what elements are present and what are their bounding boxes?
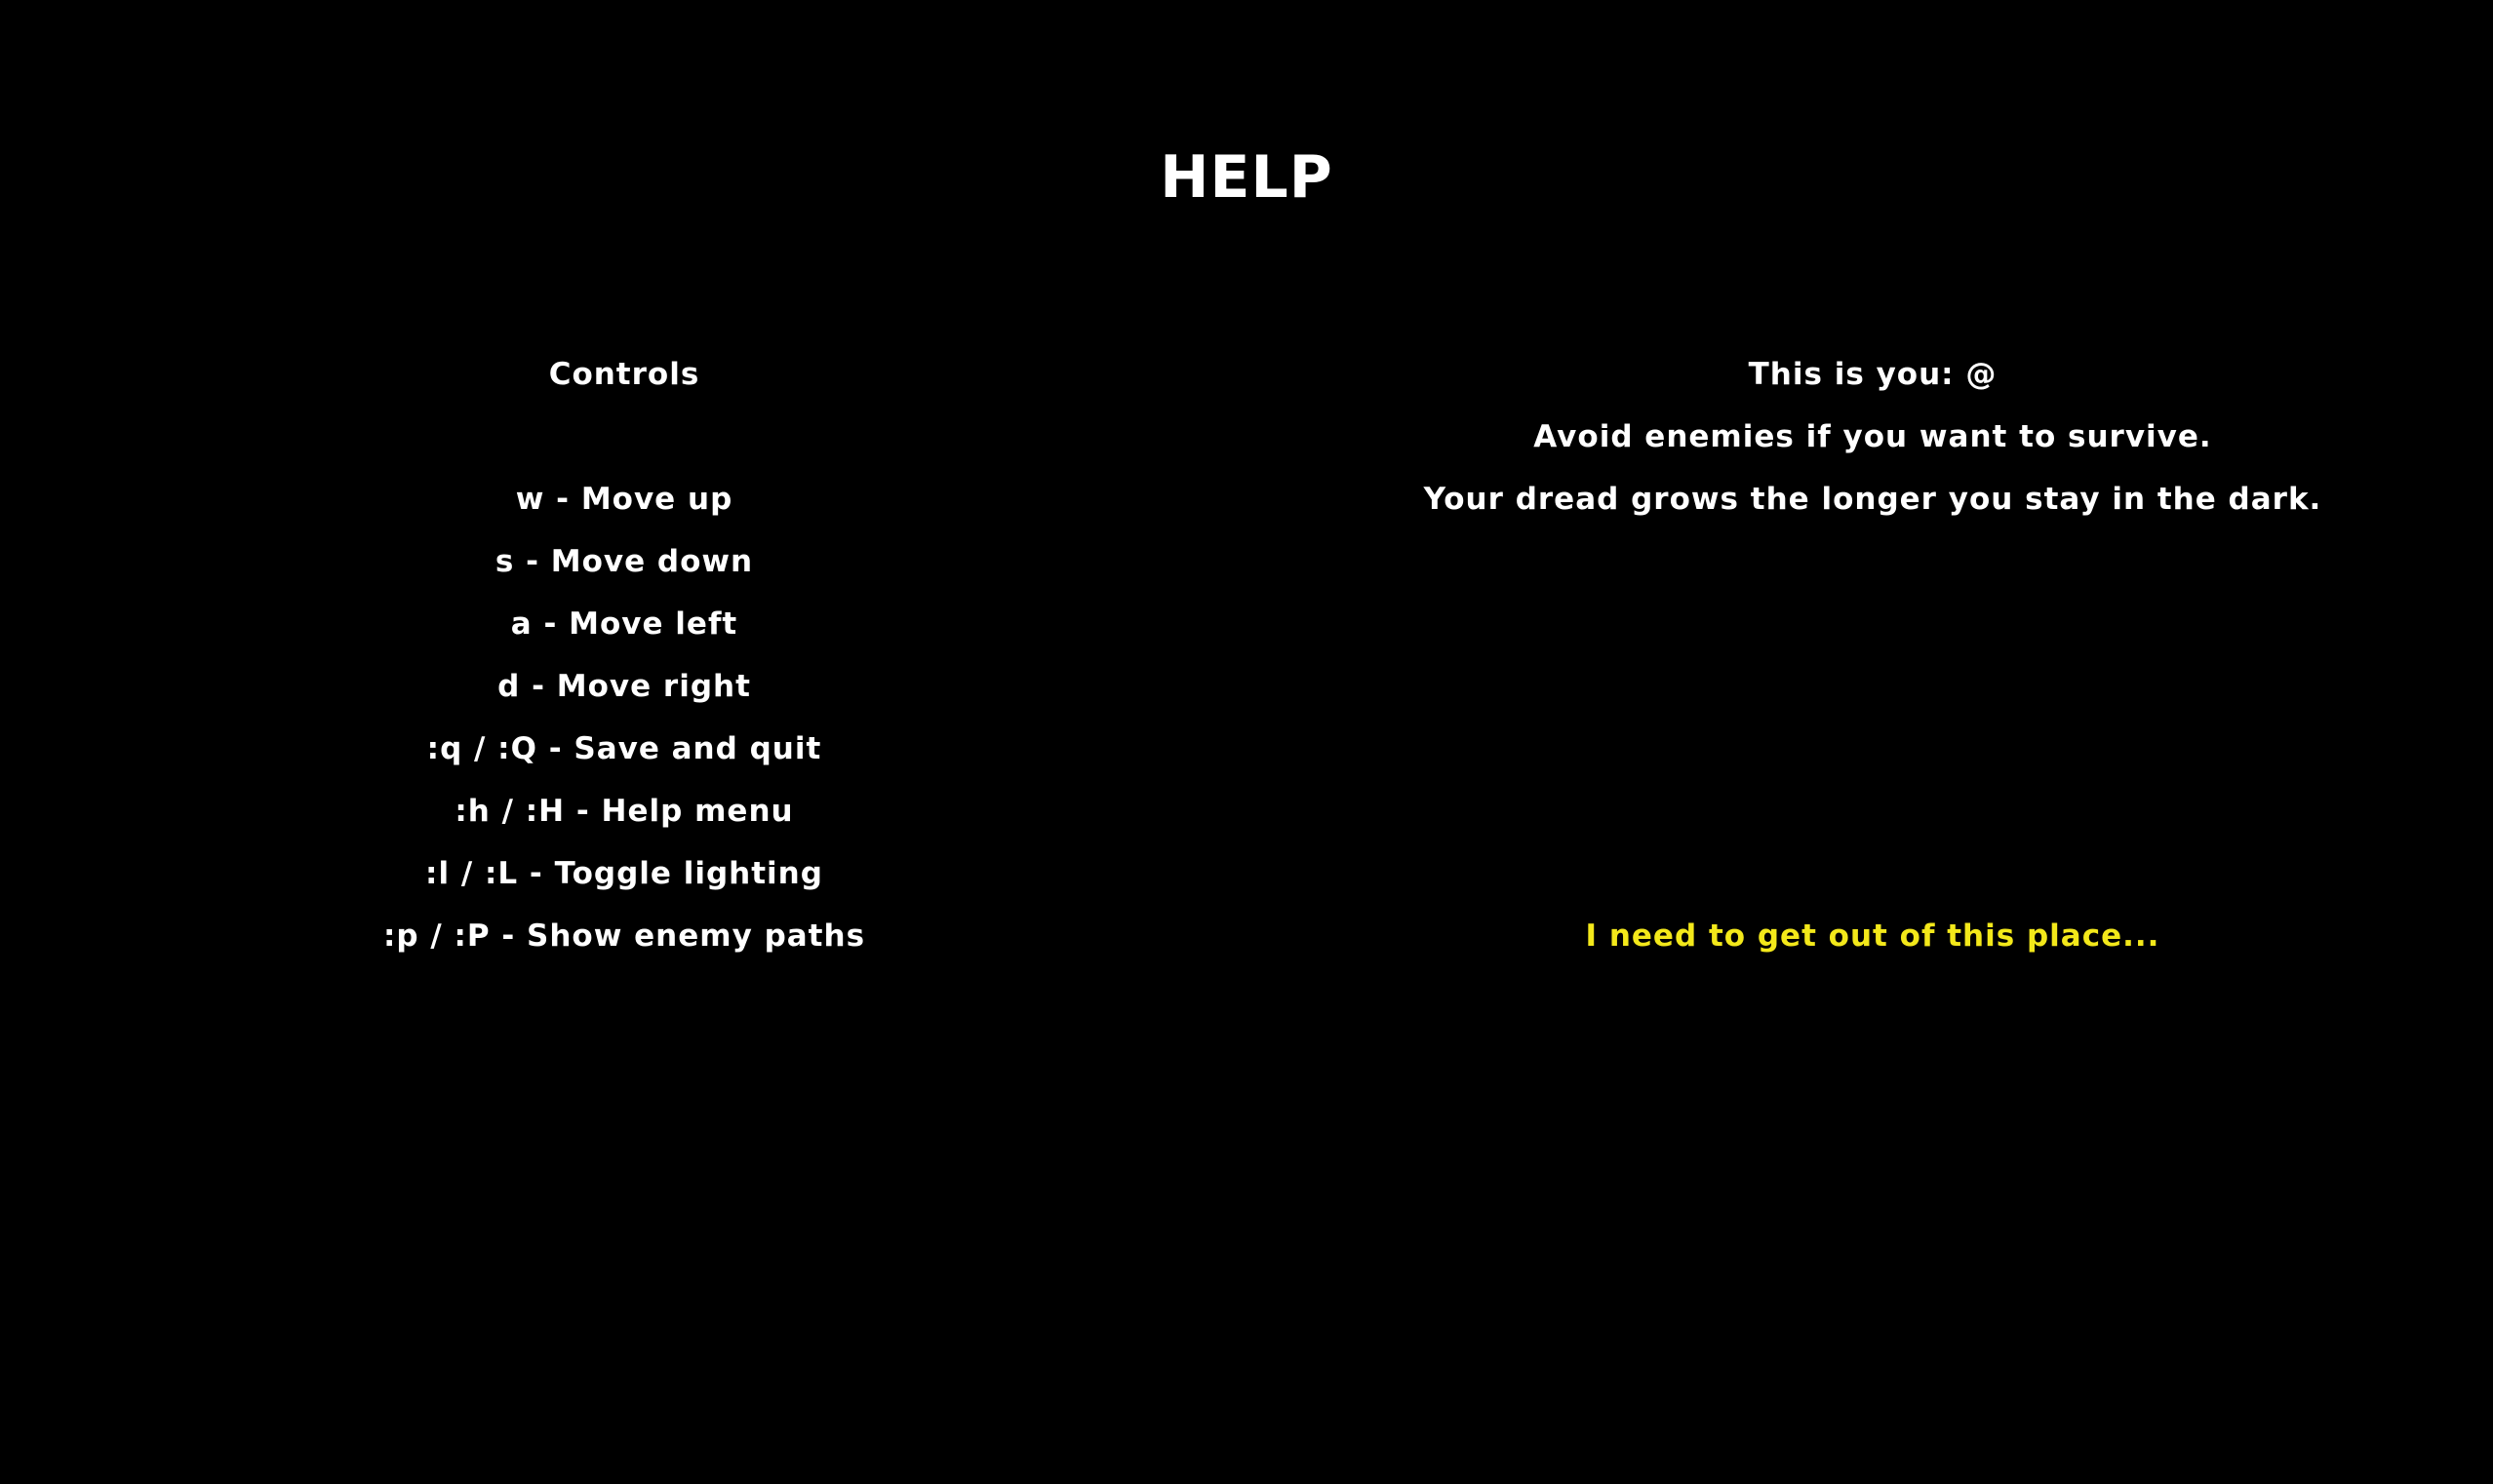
control-save-quit: :q / :Q - Save and quit	[426, 731, 822, 766]
help-screen: HELP Controls w - Move up s - Move down …	[0, 0, 2493, 1484]
controls-spacer	[234, 406, 1014, 468]
control-toggle-lighting: :l / :L - Toggle lighting	[425, 856, 823, 891]
info-spacer-1	[1287, 530, 2458, 593]
inner-thought-message: I need to get out of this place...	[1585, 918, 2160, 954]
control-help-menu: :h / :H - Help menu	[455, 794, 794, 829]
info-spacer-3	[1287, 655, 2458, 718]
info-panel: This is you: @ Avoid enemies if you want…	[1287, 343, 2458, 967]
control-move-left: a - Move left	[510, 606, 738, 642]
controls-panel: Controls w - Move up s - Move down a - M…	[234, 343, 1014, 967]
info-spacer-2	[1287, 593, 2458, 655]
control-move-up: w - Move up	[515, 482, 733, 517]
info-player-symbol: This is you: @	[1748, 357, 1998, 392]
help-title: HELP	[1160, 143, 1333, 212]
info-spacer-6	[1287, 842, 2458, 905]
info-spacer-4	[1287, 718, 2458, 780]
control-move-right: d - Move right	[497, 669, 751, 704]
info-avoid-enemies: Avoid enemies if you want to survive.	[1533, 419, 2212, 454]
info-dread: Your dread grows the longer you stay in …	[1423, 482, 2322, 517]
control-show-enemy-paths: :p / :P - Show enemy paths	[382, 918, 866, 954]
control-move-down: s - Move down	[495, 544, 754, 579]
controls-heading: Controls	[548, 357, 700, 392]
info-spacer-5	[1287, 780, 2458, 842]
